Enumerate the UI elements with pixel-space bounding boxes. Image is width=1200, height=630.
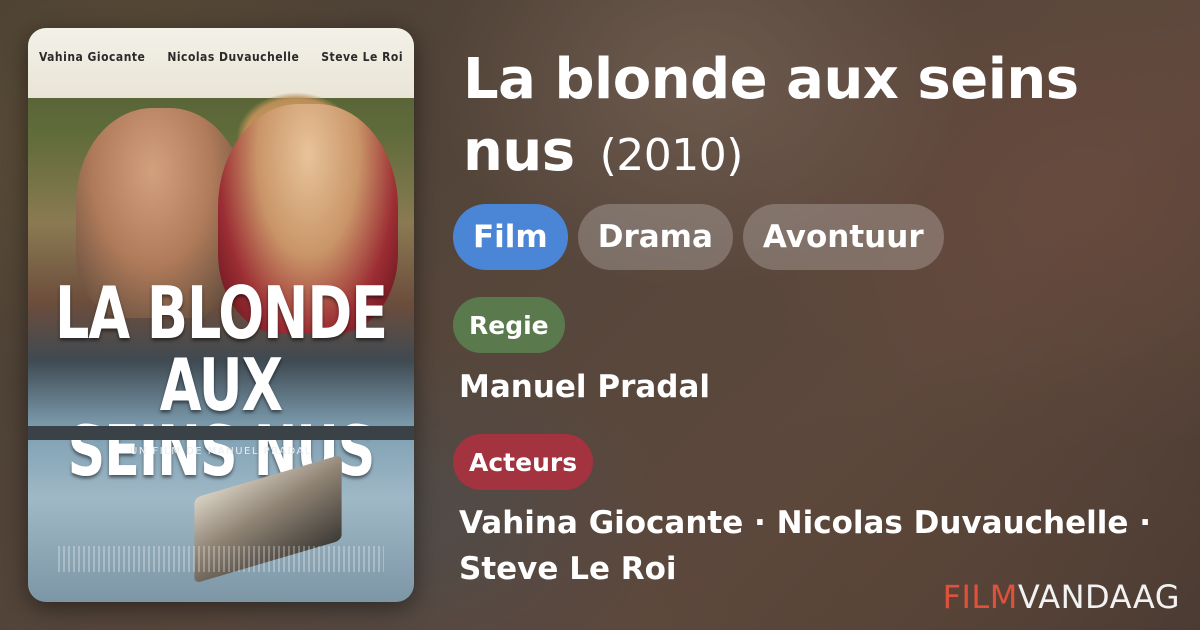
genre-chip-film[interactable]: Film [453, 204, 568, 270]
genre-chip-drama[interactable]: Drama [577, 204, 733, 270]
logo-part-film: FILM [942, 578, 1018, 616]
poster-cast-names: Vahina Giocante Nicolas Duvauchelle Stev… [28, 50, 414, 64]
movie-poster: Vahina Giocante Nicolas Duvauchelle Stev… [28, 28, 414, 602]
movie-year: (2010) [599, 130, 744, 181]
director-label: Regie [453, 297, 565, 353]
genre-chip-avontuur[interactable]: Avontuur [742, 204, 944, 270]
poster-bridge [28, 426, 414, 440]
movie-title: La blonde aux seins nus (2010) [463, 44, 1163, 192]
poster-cast-name: Nicolas Duvauchelle [167, 50, 300, 64]
poster-header-band: Vahina Giocante Nicolas Duvauchelle Stev… [28, 28, 414, 98]
cast-label: Acteurs [453, 434, 594, 490]
poster-credit-block [58, 546, 384, 572]
poster-cast-name: Vahina Giocante [38, 50, 146, 64]
director-name: Manuel Pradal [459, 369, 711, 405]
logo-part-vandaag: VANDAAG [1017, 578, 1180, 616]
poster-cast-name: Steve Le Roi [321, 50, 404, 64]
poster-title-line1: LA BLONDE AUX [54, 272, 388, 428]
genre-chips: Film Drama Avontuur [453, 204, 944, 270]
poster-director-credit: UN FILM DE MANUEL PRADAL [130, 446, 312, 457]
movie-title-text: La blonde aux seins nus [463, 47, 1079, 184]
filmvandaag-logo: FILMVANDAAG [943, 578, 1180, 616]
